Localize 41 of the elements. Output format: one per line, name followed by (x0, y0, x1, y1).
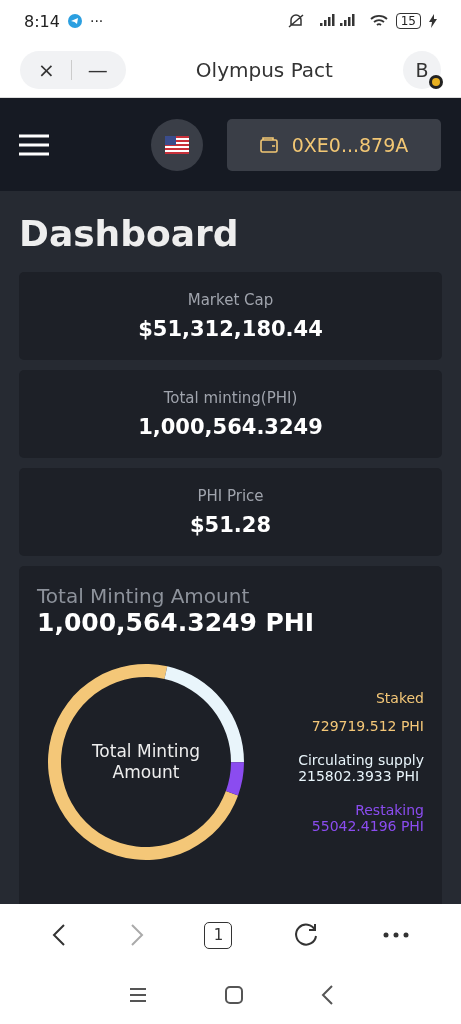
legend-value: 215802.3933 PHI (298, 768, 420, 784)
status-more: ··· (89, 13, 104, 29)
legend-label: Restaking (355, 802, 424, 818)
more-icon (382, 932, 409, 938)
battery-level: 15 (395, 13, 421, 29)
legend-value: 55042.4196 PHI (311, 818, 424, 834)
page-title: Olympus Pact (194, 57, 334, 82)
reload-icon (292, 922, 319, 948)
stat-label: PHI Price (197, 487, 264, 505)
square-icon (224, 986, 243, 1004)
stat-value: $51.28 (189, 513, 271, 537)
minimize-button[interactable]: — (83, 57, 112, 82)
close-button[interactable]: × (34, 57, 59, 82)
tabs-button[interactable]: 1 (204, 921, 233, 949)
back-icon (52, 923, 67, 947)
profile-avatar[interactable]: B (403, 50, 441, 89)
telegram-icon (67, 14, 82, 28)
donut-center-label: Total Minting Amount (90, 740, 202, 784)
minting-total: 1,000,564.3249 PHI (37, 608, 316, 637)
wallet-icon (259, 136, 278, 153)
stat-label: Market Cap (187, 291, 274, 309)
wallet-button[interactable]: 0XE0...879A (227, 118, 441, 171)
stat-label: Total minting(PHI) (163, 389, 298, 407)
language-button[interactable] (151, 118, 203, 171)
menu-icon (128, 987, 147, 1003)
legend-label: Circulating supply (298, 752, 424, 768)
stat-value: 1,000,564.3249 (138, 415, 323, 439)
forward-icon (130, 923, 145, 947)
card-title: Total Minting Amount (37, 584, 251, 608)
menu-button[interactable] (19, 133, 49, 156)
stat-value: $51,312,180.44 (138, 317, 323, 341)
menu-icon (19, 133, 49, 156)
flag-icon (165, 135, 189, 154)
legend-label: Staked (375, 690, 424, 706)
legend-value: 729719.512 PHI (311, 718, 424, 734)
charging-icon (429, 14, 437, 28)
back-icon (320, 985, 333, 1005)
status-time: 8:14 (24, 11, 60, 31)
wifi-icon (369, 14, 388, 28)
coin-badge-icon (429, 74, 443, 89)
dashboard-heading: Dashboard (19, 213, 240, 254)
